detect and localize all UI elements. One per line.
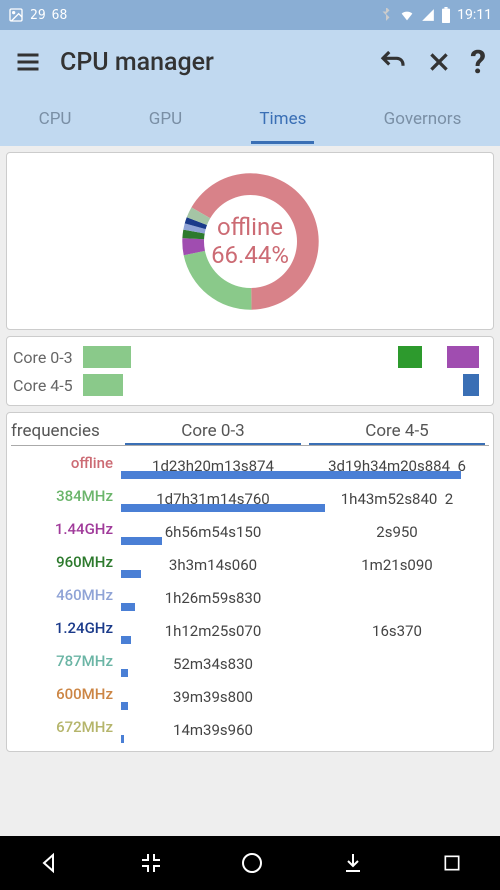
- picture-icon: [8, 7, 24, 23]
- freq-core45-val: [305, 724, 489, 730]
- freq-panel: frequencies Core 0-3 Core 4-5 offline1d2…: [6, 412, 494, 752]
- freq-core45-val: [305, 592, 489, 598]
- download-icon[interactable]: [341, 851, 365, 875]
- freq-core03-val: 52m34s830: [121, 649, 305, 673]
- freq-header-freq: frequencies: [11, 421, 121, 441]
- freq-core45-val: 1m21s090: [305, 550, 489, 574]
- core-seg: [83, 346, 131, 368]
- donut-center-value: 66.44%: [211, 241, 289, 269]
- core-seg: [83, 374, 123, 396]
- core-label: Core 0-3: [13, 348, 83, 367]
- freq-core03-val: 1d23h20m13s874: [121, 451, 305, 475]
- freq-row: offline1d23h20m13s8743d19h34m20s884 6: [11, 446, 489, 479]
- freq-core45-val: 3d19h34m20s884 6: [305, 451, 489, 475]
- wifi-icon: [399, 7, 415, 23]
- close-icon[interactable]: [426, 49, 452, 75]
- undo-icon[interactable]: [378, 47, 408, 77]
- donut-center-label: offline: [211, 213, 289, 241]
- tab-gpu[interactable]: GPU: [141, 97, 190, 144]
- freq-core45-val: [305, 691, 489, 697]
- signal-icon: [421, 8, 435, 22]
- freq-name: 1.44GHz: [11, 520, 121, 538]
- back-icon[interactable]: [38, 851, 62, 875]
- core-bar: [83, 374, 487, 396]
- freq-header: frequencies Core 0-3 Core 4-5: [11, 421, 489, 446]
- freq-core03-val: 14m39s960: [121, 715, 305, 739]
- freq-name: 1.24GHz: [11, 619, 121, 637]
- tab-bar: CPU GPU Times Governors: [0, 94, 500, 146]
- freq-core03-val: 39m39s800: [121, 682, 305, 706]
- freq-name: 960MHz: [11, 553, 121, 571]
- freq-row: 600MHz39m39s800: [11, 677, 489, 710]
- content-area: offline 66.44% Core 0-3 Core 4-5 frequenc…: [0, 146, 500, 836]
- core-seg: [463, 374, 479, 396]
- status-time: 19:11: [457, 7, 492, 23]
- freq-header-core03[interactable]: Core 0-3: [125, 421, 301, 445]
- help-icon[interactable]: ?: [470, 43, 486, 81]
- battery-icon: [441, 7, 451, 23]
- core-row: Core 4-5: [13, 371, 487, 399]
- freq-core03-val: 6h56m54s150: [121, 517, 305, 541]
- tab-times[interactable]: Times: [251, 97, 314, 144]
- menu-icon[interactable]: [14, 48, 42, 76]
- freq-name: 672MHz: [11, 718, 121, 736]
- freq-row: 672MHz14m39s960: [11, 710, 489, 743]
- freq-name: 787MHz: [11, 652, 121, 670]
- recent-icon[interactable]: [442, 853, 462, 873]
- status-bar: 29 68 19:11: [0, 0, 500, 30]
- freq-name: 600MHz: [11, 685, 121, 703]
- freq-name: 384MHz: [11, 487, 121, 505]
- core-label: Core 4-5: [13, 376, 83, 395]
- freq-core03-val: 1d7h31m14s760: [121, 484, 305, 508]
- freq-row: 787MHz52m34s830: [11, 644, 489, 677]
- freq-core03-val: 1h12m25s070: [121, 616, 305, 640]
- app-bar: CPU manager ?: [0, 30, 500, 94]
- freq-name: 460MHz: [11, 586, 121, 604]
- freq-row: 460MHz1h26m59s830: [11, 578, 489, 611]
- cores-panel: Core 0-3 Core 4-5: [6, 336, 494, 406]
- freq-core03-val: 1h26m59s830: [121, 583, 305, 607]
- freq-header-core45[interactable]: Core 4-5: [309, 421, 485, 445]
- freq-row: 1.24GHz1h12m25s07016s370: [11, 611, 489, 644]
- core-row: Core 0-3: [13, 343, 487, 371]
- android-nav-bar: [0, 836, 500, 890]
- freq-row: 960MHz3h3m14s0601m21s090: [11, 545, 489, 578]
- tab-governors[interactable]: Governors: [376, 97, 470, 144]
- tab-cpu[interactable]: CPU: [31, 97, 80, 144]
- status-num-1: 29: [30, 8, 46, 23]
- freq-core03-val: 3h3m14s060: [121, 550, 305, 574]
- donut-panel: offline 66.44%: [6, 152, 494, 330]
- freq-core45-val: 16s370: [305, 616, 489, 640]
- status-num-2: 68: [52, 8, 68, 23]
- core-seg: [447, 346, 479, 368]
- home-icon[interactable]: [240, 851, 264, 875]
- collapse-icon[interactable]: [139, 851, 163, 875]
- page-title: CPU manager: [60, 48, 360, 77]
- core-bar: [83, 346, 487, 368]
- freq-row: 384MHz1d7h31m14s7601h43m52s840 2: [11, 479, 489, 512]
- freq-core45-val: 1h43m52s840 2: [305, 484, 489, 508]
- freq-name: offline: [11, 454, 121, 472]
- freq-row: 1.44GHz6h56m54s1502s950: [11, 512, 489, 545]
- bluetooth-icon: [379, 8, 393, 22]
- freq-core45-val: 2s950: [305, 517, 489, 541]
- freq-core45-val: [305, 658, 489, 664]
- core-seg: [398, 346, 422, 368]
